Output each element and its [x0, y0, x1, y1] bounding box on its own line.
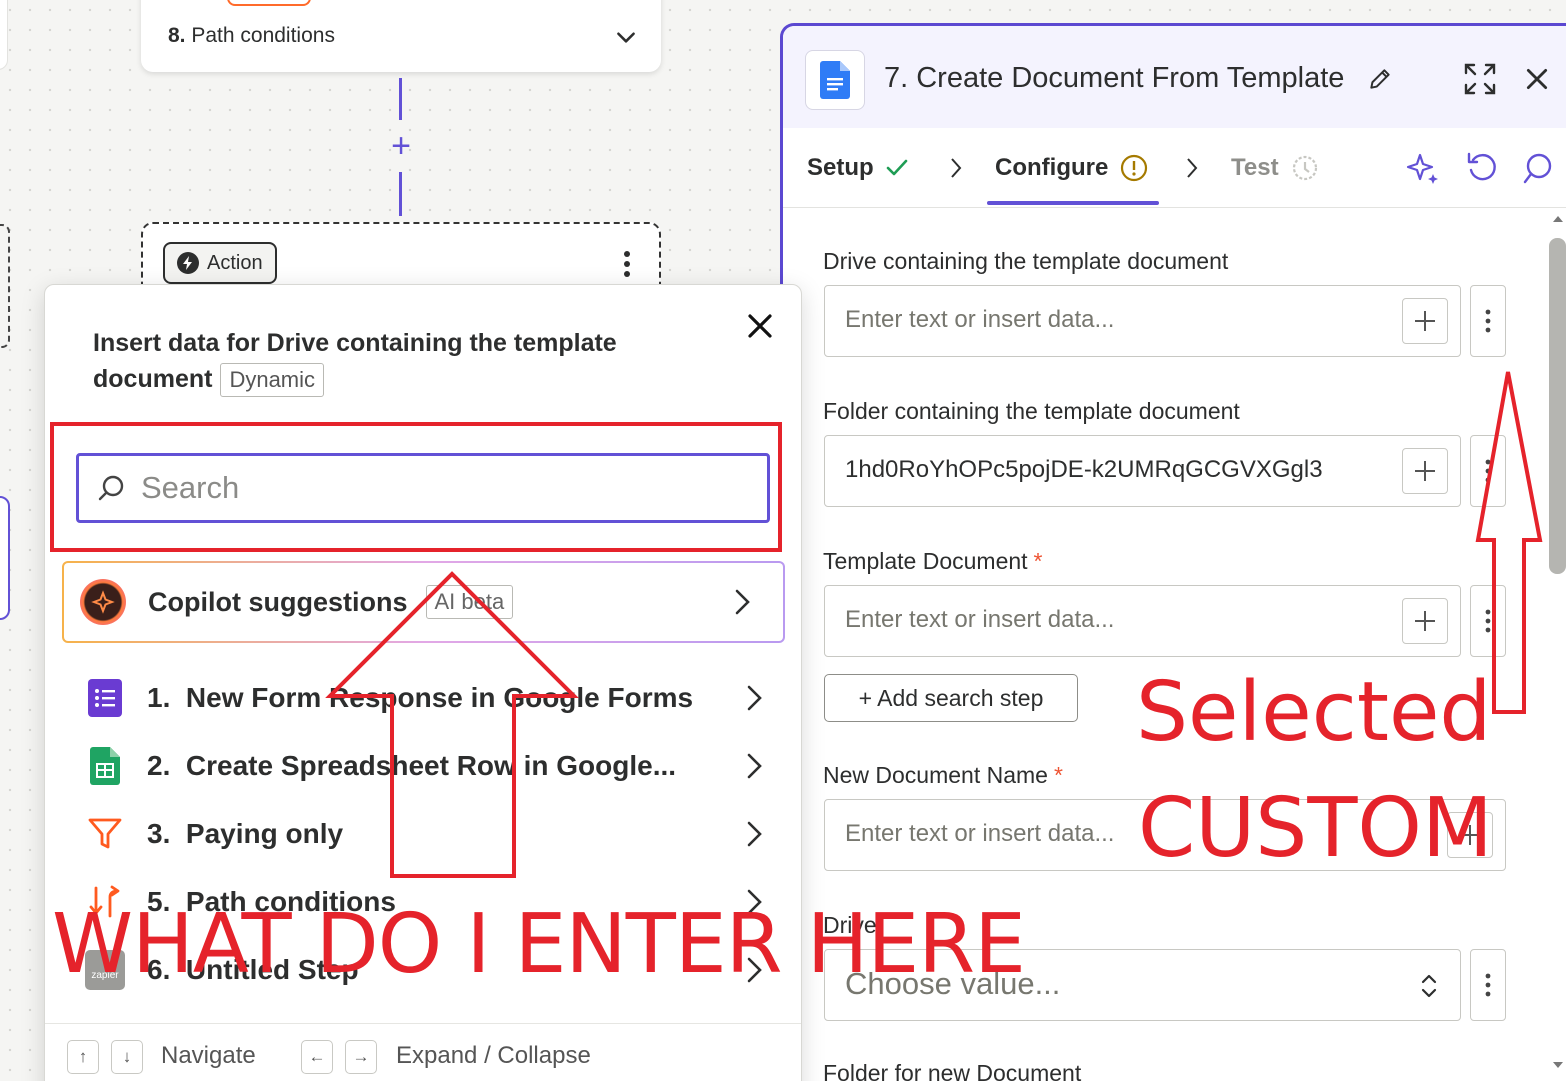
annotation-arrow-up-right: [1475, 371, 1543, 714]
annotation-arrow-up: [325, 571, 579, 878]
annotation-arrows: [325, 371, 1543, 878]
